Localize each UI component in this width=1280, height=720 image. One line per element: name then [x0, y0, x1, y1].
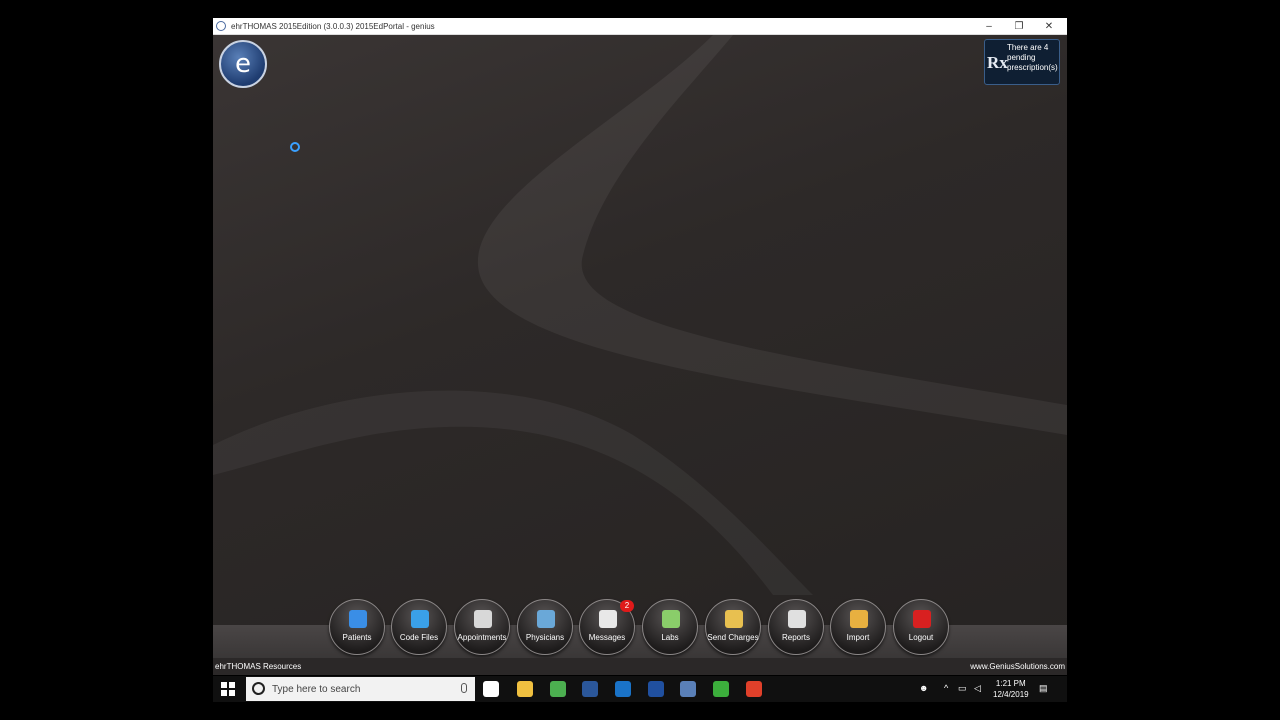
code-files-icon — [411, 610, 429, 628]
main-area: e Rx There are 4 pending prescription(s)… — [213, 35, 1067, 675]
clock-date: 12/4/2019 — [993, 690, 1029, 699]
reports-label: Reports — [781, 633, 810, 642]
people-icon[interactable]: ☻ — [919, 683, 928, 693]
chevron-up-icon[interactable]: ^ — [944, 683, 948, 693]
code-files-button[interactable]: Code Files — [391, 599, 447, 655]
outlook-icon[interactable] — [615, 681, 631, 697]
import-button[interactable]: Import — [830, 599, 886, 655]
clock-time: 1:21 PM — [995, 679, 1026, 688]
windows-taskbar: Type here to search ☻ ^ ▭ ◁ 1:21 PM 12/4… — [213, 676, 1067, 702]
loading-cursor-icon — [290, 142, 300, 152]
labs-label: Labs — [661, 633, 679, 642]
send-charges-icon — [725, 610, 743, 628]
search-placeholder: Type here to search — [272, 684, 361, 695]
task-view-icon[interactable] — [483, 681, 499, 697]
app-title-icon — [216, 21, 226, 31]
messages-button[interactable]: Messages 2 — [579, 599, 635, 655]
report-icon — [788, 610, 806, 628]
chrome-icon[interactable] — [550, 681, 566, 697]
camtasia-icon[interactable] — [713, 681, 729, 697]
patients-label: Patients — [342, 633, 372, 642]
title-bar[interactable]: ehrTHOMAS 2015Edition (3.0.0.3) 2015EdPo… — [213, 18, 1067, 35]
maximize-button[interactable]: ❐ — [1004, 18, 1034, 34]
cortana-icon — [252, 682, 265, 695]
patients-icon — [349, 610, 367, 628]
flask-icon — [662, 610, 680, 628]
windows-start-icon[interactable] — [221, 682, 235, 696]
genius-app-icon[interactable] — [648, 681, 664, 697]
logout-button[interactable]: Logout — [893, 599, 949, 655]
network-icon[interactable]: ▭ — [958, 683, 967, 694]
pending-prescriptions-notice[interactable]: Rx There are 4 pending prescription(s) — [984, 39, 1060, 85]
calendar-icon — [474, 610, 492, 628]
system-clock[interactable]: 1:21 PM 12/4/2019 — [993, 678, 1029, 700]
recorder-icon[interactable] — [746, 681, 762, 697]
ehr-logo: e — [219, 40, 267, 88]
appointments-label: Appointments — [457, 633, 507, 642]
send-charges-label: Send Charges — [707, 633, 759, 642]
close-button[interactable]: ✕ — [1034, 18, 1064, 34]
document-icon — [599, 610, 617, 628]
ehr-app-icon[interactable] — [680, 681, 696, 697]
appointments-button[interactable]: Appointments — [454, 599, 510, 655]
code-files-label: Code Files — [399, 633, 439, 642]
notification-icon[interactable]: ▤ — [1039, 683, 1048, 694]
labs-button[interactable]: Labs — [642, 599, 698, 655]
messages-count-badge: 2 — [620, 600, 634, 612]
import-icon — [850, 610, 868, 628]
minimize-button[interactable]: – — [974, 18, 1004, 34]
reports-button[interactable]: Reports — [768, 599, 824, 655]
messages-label: Messages — [588, 633, 626, 642]
word-icon[interactable] — [582, 681, 598, 697]
import-label: Import — [846, 633, 870, 642]
send-charges-button[interactable]: Send Charges — [705, 599, 761, 655]
volume-icon[interactable]: ◁ — [974, 683, 981, 694]
microphone-icon[interactable] — [461, 683, 467, 693]
app-window: ehrTHOMAS 2015Edition (3.0.0.3) 2015EdPo… — [213, 18, 1067, 675]
window-title: ehrTHOMAS 2015Edition (3.0.0.3) 2015EdPo… — [231, 21, 435, 31]
file-explorer-icon[interactable] — [517, 681, 533, 697]
prescription-alert-text: There are 4 pending prescription(s) — [1007, 43, 1058, 72]
power-icon — [913, 610, 931, 628]
background-swoosh — [213, 35, 1067, 595]
rx-icon: Rx — [987, 53, 1008, 72]
physicians-button[interactable]: Physicians — [517, 599, 573, 655]
taskbar-search-box[interactable]: Type here to search — [246, 677, 475, 701]
resources-link[interactable]: ehrTHOMAS Resources — [215, 662, 301, 671]
stethoscope-icon — [537, 610, 555, 628]
patients-button[interactable]: Patients — [329, 599, 385, 655]
website-link[interactable]: www.GeniusSolutions.com — [970, 662, 1065, 671]
status-footer: ehrTHOMAS Resources www.GeniusSolutions.… — [213, 658, 1067, 675]
physicians-label: Physicians — [525, 633, 565, 642]
logout-label: Logout — [908, 633, 934, 642]
